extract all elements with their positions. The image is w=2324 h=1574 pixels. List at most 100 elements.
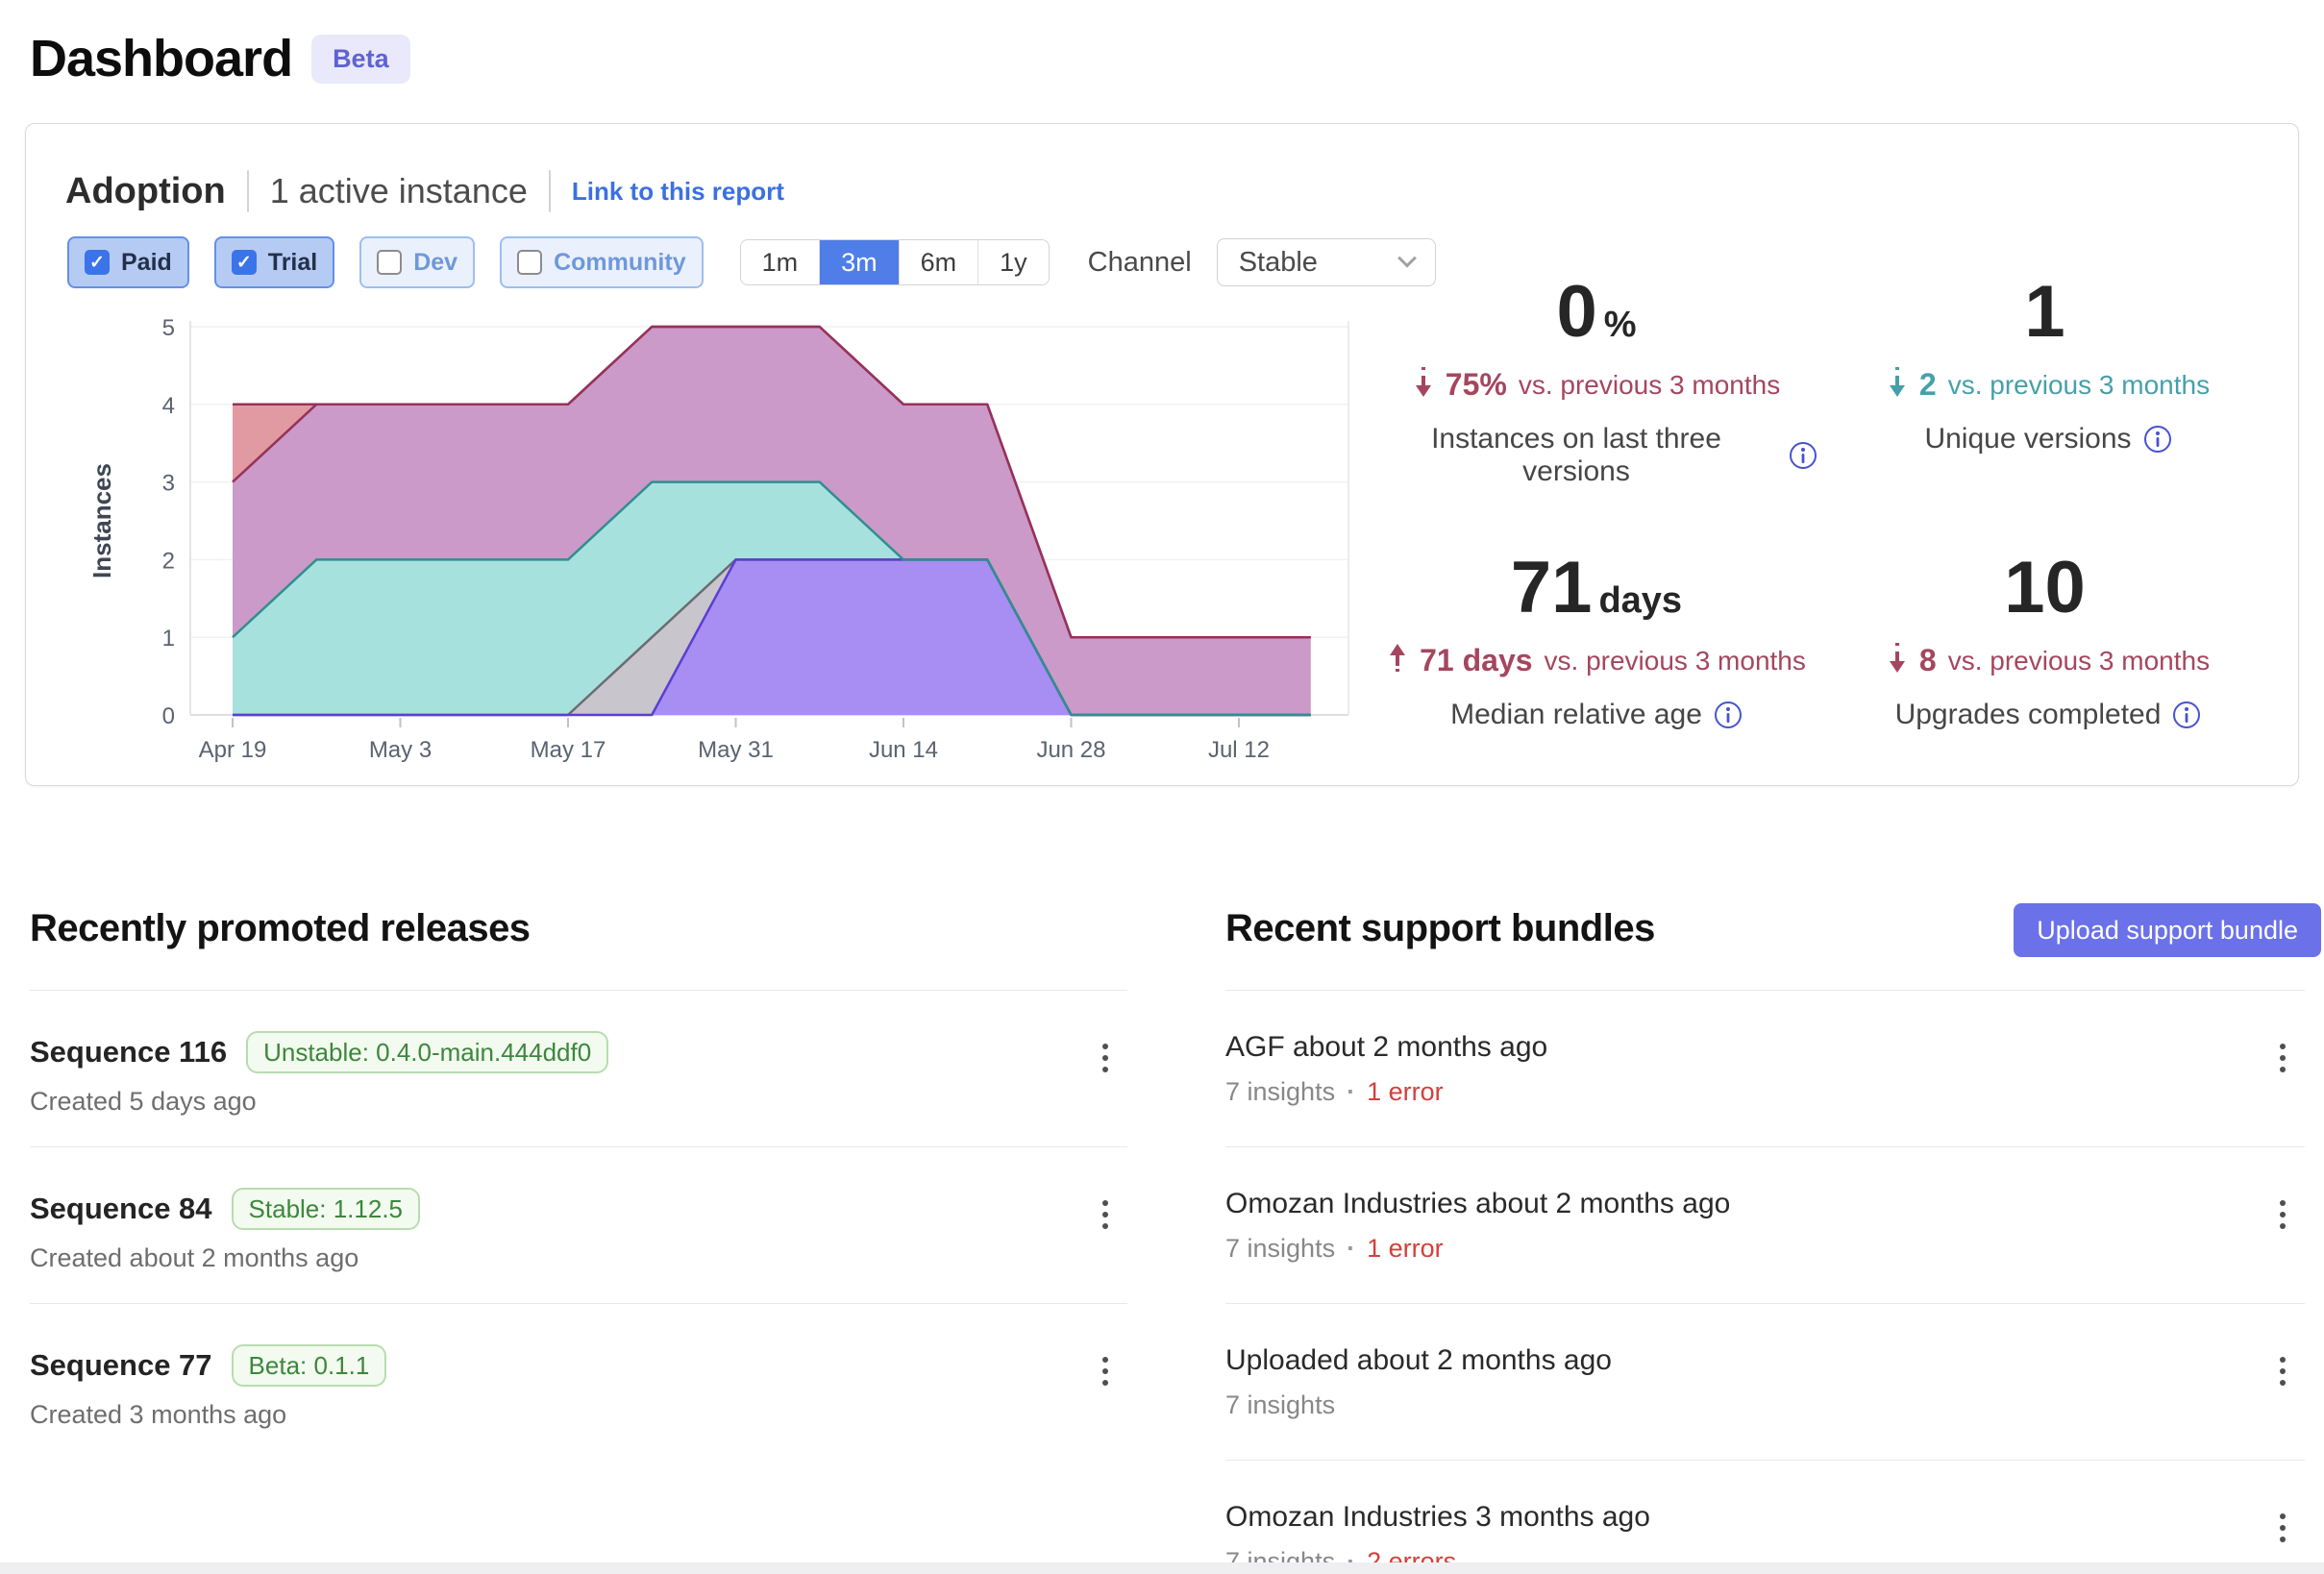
range-1m[interactable]: 1m <box>741 240 820 284</box>
stat-unique-versions: 1 2 vs. previous 3 months Unique version… <box>1817 276 2279 488</box>
upload-support-bundle-button[interactable]: Upload support bundle <box>2014 903 2321 957</box>
y-tick-label: 1 <box>162 626 175 652</box>
filter-label: Community <box>554 249 686 277</box>
y-tick-label: 5 <box>162 315 175 341</box>
release-row[interactable]: Sequence 116 Unstable: 0.4.0-main.444ddf… <box>30 990 1127 1146</box>
info-icon[interactable] <box>2172 701 2201 729</box>
time-range-selector: 1m 3m 6m 1y <box>740 239 1050 285</box>
stat-unit: days <box>1598 580 1682 622</box>
bundle-errors: 1 error <box>1367 1234 1444 1264</box>
x-tick-label: May 17 <box>531 737 606 763</box>
dot-separator: · <box>1347 1234 1355 1264</box>
checkbox-icon <box>517 250 542 275</box>
kebab-menu[interactable] <box>1093 1037 1118 1079</box>
channel-value: Stable <box>1239 247 1318 279</box>
bundle-row[interactable]: Omozan Industries 3 months ago 7 insight… <box>1225 1460 2305 1574</box>
beta-badge: Beta <box>311 35 410 84</box>
kebab-menu[interactable] <box>2270 1193 2295 1236</box>
bundle-row[interactable]: Omozan Industries about 2 months ago 7 i… <box>1225 1146 2305 1303</box>
release-channel-badge: Beta: 0.1.1 <box>232 1344 387 1387</box>
x-tick-label: May 3 <box>369 737 432 763</box>
stat-label: Unique versions <box>1924 423 2131 455</box>
release-row[interactable]: Sequence 77 Beta: 0.1.1 Created 3 months… <box>30 1303 1127 1460</box>
info-icon[interactable] <box>1789 441 1817 470</box>
trend-arrow-icon <box>1387 642 1408 679</box>
channel-label: Channel <box>1088 247 1192 279</box>
support-bundles-section: Recent support bundles Upload support bu… <box>1225 907 2305 950</box>
filter-row: ✓ Paid ✓ Trial Dev Community 1m 3m 6m 1y <box>67 235 1436 289</box>
kebab-menu[interactable] <box>2270 1507 2295 1549</box>
y-axis-title: Instances <box>87 463 116 578</box>
release-title: Sequence 116 <box>30 1035 227 1070</box>
kebab-menu[interactable] <box>1093 1350 1118 1392</box>
release-row[interactable]: Sequence 84 Stable: 1.12.5 Created about… <box>30 1146 1127 1303</box>
bundle-title: Omozan Industries 3 months ago <box>1225 1501 1650 1534</box>
release-created: Created about 2 months ago <box>30 1243 1127 1273</box>
releases-list: Sequence 116 Unstable: 0.4.0-main.444ddf… <box>30 990 1127 1460</box>
x-tick-label: Jun 28 <box>1036 737 1105 763</box>
info-icon[interactable] <box>1714 701 1743 729</box>
stat-upgrades-completed: 10 8 vs. previous 3 months Upgrades comp… <box>1817 552 2279 731</box>
releases-section: Recently promoted releases Sequence 116 … <box>30 907 1127 950</box>
divider <box>549 170 551 212</box>
stat-value: 71 <box>1511 552 1593 625</box>
bundle-insights: 7 insights <box>1225 1390 1335 1420</box>
bundle-insights: 7 insights <box>1225 1077 1335 1107</box>
adoption-card: Adoption 1 active instance Link to this … <box>25 123 2299 786</box>
kebab-menu[interactable] <box>2270 1350 2295 1392</box>
bundles-list: AGF about 2 months ago 7 insights · 1 er… <box>1225 990 2305 1574</box>
filter-label: Trial <box>268 249 317 277</box>
filter-label: Paid <box>121 249 172 277</box>
stat-trend: 75% vs. previous 3 months <box>1375 366 1817 404</box>
bundle-title: Omozan Industries about 2 months ago <box>1225 1188 1730 1220</box>
divider <box>247 170 249 212</box>
chevron-down-icon <box>1397 249 1417 268</box>
bundle-row[interactable]: AGF about 2 months ago 7 insights · 1 er… <box>1225 990 2305 1146</box>
stat-label: Instances on last three versions <box>1375 423 1777 488</box>
checkbox-icon: ✓ <box>232 250 257 275</box>
x-tick-label: Jul 12 <box>1208 737 1270 763</box>
range-1y[interactable]: 1y <box>977 240 1049 284</box>
trend-arrow-icon <box>1887 642 1908 679</box>
info-icon[interactable] <box>2143 425 2172 454</box>
link-to-report[interactable]: Link to this report <box>572 177 784 207</box>
adoption-title: Adoption <box>65 171 226 212</box>
bundle-title: Uploaded about 2 months ago <box>1225 1344 1612 1377</box>
bundle-insights: 7 insights <box>1225 1234 1335 1264</box>
stat-median-relative-age: 71 days 71 days vs. previous 3 months Me… <box>1375 552 1817 731</box>
kebab-menu[interactable] <box>2270 1037 2295 1079</box>
filter-chip-dev[interactable]: Dev <box>359 236 475 288</box>
release-created: Created 3 months ago <box>30 1400 1127 1430</box>
filter-chip-trial[interactable]: ✓ Trial <box>214 236 334 288</box>
stat-instances-last-three-versions: 0 % 75% vs. previous 3 months Instances … <box>1375 276 1817 488</box>
kebab-menu[interactable] <box>1093 1193 1118 1236</box>
checkbox-icon: ✓ <box>85 250 110 275</box>
y-tick-label: 4 <box>162 393 175 419</box>
filter-chip-paid[interactable]: ✓ Paid <box>67 236 189 288</box>
adoption-stats: 0 % 75% vs. previous 3 months Instances … <box>1375 276 2279 731</box>
x-tick-label: Jun 14 <box>869 737 938 763</box>
release-title: Sequence 77 <box>30 1348 212 1383</box>
y-tick-label: 3 <box>162 471 175 497</box>
stat-label: Median relative age <box>1450 699 1702 731</box>
adoption-chart: 012345Apr 19May 3May 17May 31Jun 14Jun 2… <box>87 312 1375 774</box>
stat-value: 10 <box>2004 552 2086 625</box>
checkbox-icon <box>377 250 402 275</box>
stat-trend: 71 days vs. previous 3 months <box>1375 642 1817 679</box>
range-6m[interactable]: 6m <box>899 240 978 284</box>
release-channel-badge: Unstable: 0.4.0-main.444ddf0 <box>246 1031 608 1073</box>
y-tick-label: 0 <box>162 703 175 729</box>
y-tick-label: 2 <box>162 548 175 574</box>
stat-label: Upgrades completed <box>1895 699 2162 731</box>
dot-separator: · <box>1347 1077 1355 1107</box>
filter-chip-community[interactable]: Community <box>500 236 704 288</box>
bundle-row[interactable]: Uploaded about 2 months ago 7 insights · <box>1225 1303 2305 1460</box>
stat-unit: % <box>1604 305 1637 346</box>
range-3m[interactable]: 3m <box>819 240 899 284</box>
page-header: Dashboard Beta <box>30 29 410 88</box>
trend-arrow-icon <box>1887 366 1908 404</box>
adoption-header: Adoption 1 active instance Link to this … <box>65 170 784 212</box>
page-title: Dashboard <box>30 29 292 88</box>
bundle-title: AGF about 2 months ago <box>1225 1031 1547 1064</box>
active-instance-count: 1 active instance <box>270 171 528 211</box>
